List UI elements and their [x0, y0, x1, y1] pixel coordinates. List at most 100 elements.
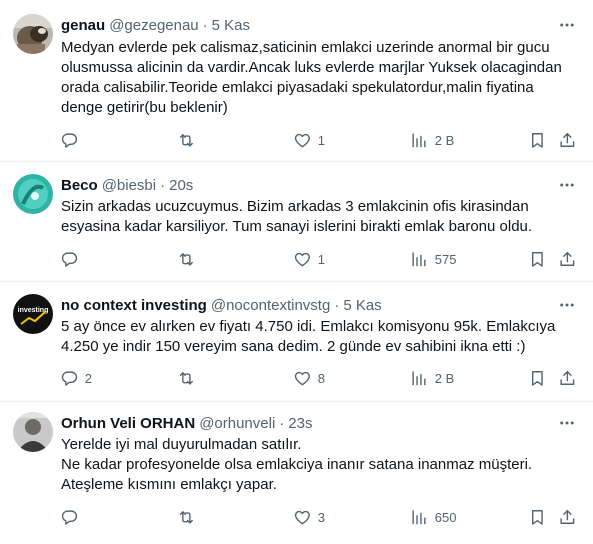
more-options-button[interactable] [557, 15, 577, 35]
heart-icon [294, 252, 310, 266]
views-button[interactable]: 2 B [410, 130, 454, 150]
reply-button[interactable] [60, 507, 85, 527]
reply-icon [61, 252, 78, 267]
author-name[interactable]: Orhun Veli ORHAN [61, 415, 195, 432]
action-bar: 3 650 [56, 507, 581, 527]
more-icon [560, 303, 574, 307]
share-icon [560, 251, 575, 266]
separator-dot: · [160, 176, 166, 194]
bookmark-button[interactable] [528, 130, 547, 150]
analytics-icon [412, 371, 426, 385]
retweet-icon [179, 133, 193, 147]
avatar[interactable] [13, 14, 53, 54]
reply-button[interactable] [60, 249, 85, 269]
heart-icon [294, 133, 310, 147]
timestamp[interactable]: 5 Kas [343, 297, 381, 314]
share-button[interactable] [558, 368, 577, 388]
more-options-button[interactable] [557, 295, 577, 315]
tweet-text-line: orada calisabilir.Teoride emlakci piyasa… [61, 79, 534, 96]
tweet-text-line: 4.250 ye indir 150 vereyim sana dedim. 2… [61, 338, 526, 355]
bookmark-icon [531, 509, 543, 525]
action-bar: 2 8 2 B [56, 368, 581, 388]
retweet-button[interactable] [177, 130, 202, 150]
more-options-button[interactable] [557, 413, 577, 433]
like-count: 1 [317, 251, 325, 267]
reply-icon [61, 371, 78, 386]
like-button[interactable]: 8 [293, 368, 325, 388]
tweet-text-line: esyasina kadar karsiliyor. Tum sanayi is… [61, 218, 533, 235]
more-icon [560, 183, 574, 187]
tweet-text: 5 ay önce ev alırken ev fiyatı 4.750 idi… [61, 317, 576, 357]
analytics-icon [412, 510, 426, 524]
retweet-button[interactable] [177, 368, 202, 388]
share-button[interactable] [558, 130, 577, 150]
tweet-text-line: Medyan evlerde pek calismaz,saticinin em… [61, 39, 550, 56]
tweet-header: no context investing @nocontextinvstg · … [61, 295, 382, 315]
reply-button[interactable] [60, 130, 85, 150]
like-button[interactable]: 3 [293, 507, 325, 527]
retweet-button[interactable] [177, 507, 202, 527]
timestamp[interactable]: 23s [288, 415, 312, 432]
views-button[interactable]: 575 [410, 249, 456, 269]
retweet-icon [179, 371, 193, 385]
bookmark-button[interactable] [528, 507, 547, 527]
tweet[interactable]: Orhun Veli ORHAN @orhunveli · 23s Yereld… [0, 402, 593, 544]
tweet[interactable]: Beco @biesbi · 20s Sizin arkadas ucuzcuy… [0, 162, 593, 282]
bookmark-icon [531, 132, 543, 148]
reply-icon [61, 510, 78, 525]
retweet-button[interactable] [177, 249, 202, 269]
share-icon [560, 509, 575, 524]
author-handle[interactable]: @gezegenau [109, 17, 198, 34]
share-button[interactable] [558, 507, 577, 527]
heart-icon [294, 371, 310, 385]
retweet-icon [179, 252, 193, 266]
timestamp[interactable]: 20s [169, 177, 193, 194]
tweet[interactable]: genau @gezegenau · 5 Kas Medyan evlerde … [0, 0, 593, 162]
like-count: 1 [317, 132, 325, 148]
like-count: 3 [317, 509, 325, 525]
views-button[interactable]: 650 [410, 507, 456, 527]
view-count: 575 [434, 251, 457, 267]
more-options-button[interactable] [557, 175, 577, 195]
view-count: 650 [434, 509, 457, 525]
reply-button[interactable]: 2 [60, 368, 92, 388]
analytics-icon [412, 252, 426, 266]
views-button[interactable]: 2 B [410, 368, 454, 388]
avatar[interactable] [13, 412, 53, 452]
like-count: 8 [317, 370, 325, 386]
avatar[interactable] [13, 174, 53, 214]
avatar[interactable]: investing [13, 294, 53, 334]
timestamp[interactable]: 5 Kas [212, 17, 250, 34]
author-name[interactable]: Beco [61, 177, 98, 194]
tweet-text: Sizin arkadas ucuzcuymus. Bizim arkadas … [61, 197, 576, 237]
separator-dot: · [279, 414, 285, 432]
separator-dot: · [202, 16, 208, 34]
tweet-text-line: olusmussa alicinin da vardir.Ancak luks … [61, 59, 562, 76]
author-handle[interactable]: @biesbi [102, 177, 156, 194]
author-name[interactable]: genau [61, 17, 105, 34]
tweet-text: Medyan evlerde pek calismaz,saticinin em… [61, 38, 576, 118]
tweet-header: Beco @biesbi · 20s [61, 175, 193, 195]
separator-dot: · [334, 296, 340, 314]
author-handle[interactable]: @nocontextinvstg [211, 297, 330, 314]
reply-count: 2 [84, 370, 92, 386]
tweet-text-line: denge getirir(bu beklenir) [61, 99, 228, 116]
like-button[interactable]: 1 [293, 249, 325, 269]
share-icon [560, 370, 575, 385]
bookmark-button[interactable] [528, 368, 547, 388]
share-button[interactable] [558, 249, 577, 269]
more-icon [560, 421, 574, 425]
heart-icon [294, 510, 310, 524]
like-button[interactable]: 1 [293, 130, 325, 150]
author-name[interactable]: no context investing [61, 297, 207, 314]
bookmark-button[interactable] [528, 249, 547, 269]
view-count: 2 B [434, 370, 455, 386]
tweet-text-line: Ne kadar profesyonelde olsa emlakciya in… [61, 456, 533, 473]
tweet[interactable]: investing no context investing @nocontex… [0, 282, 593, 402]
action-bar: 1 2 B [56, 130, 581, 150]
analytics-icon [412, 133, 426, 147]
tweet-text-line: Ateşleme kısmını emlakçı yapar. [61, 476, 277, 493]
author-handle[interactable]: @orhunveli [199, 415, 275, 432]
share-icon [560, 132, 575, 147]
tweet-text-line: Sizin arkadas ucuzcuymus. Bizim arkadas … [61, 198, 529, 215]
